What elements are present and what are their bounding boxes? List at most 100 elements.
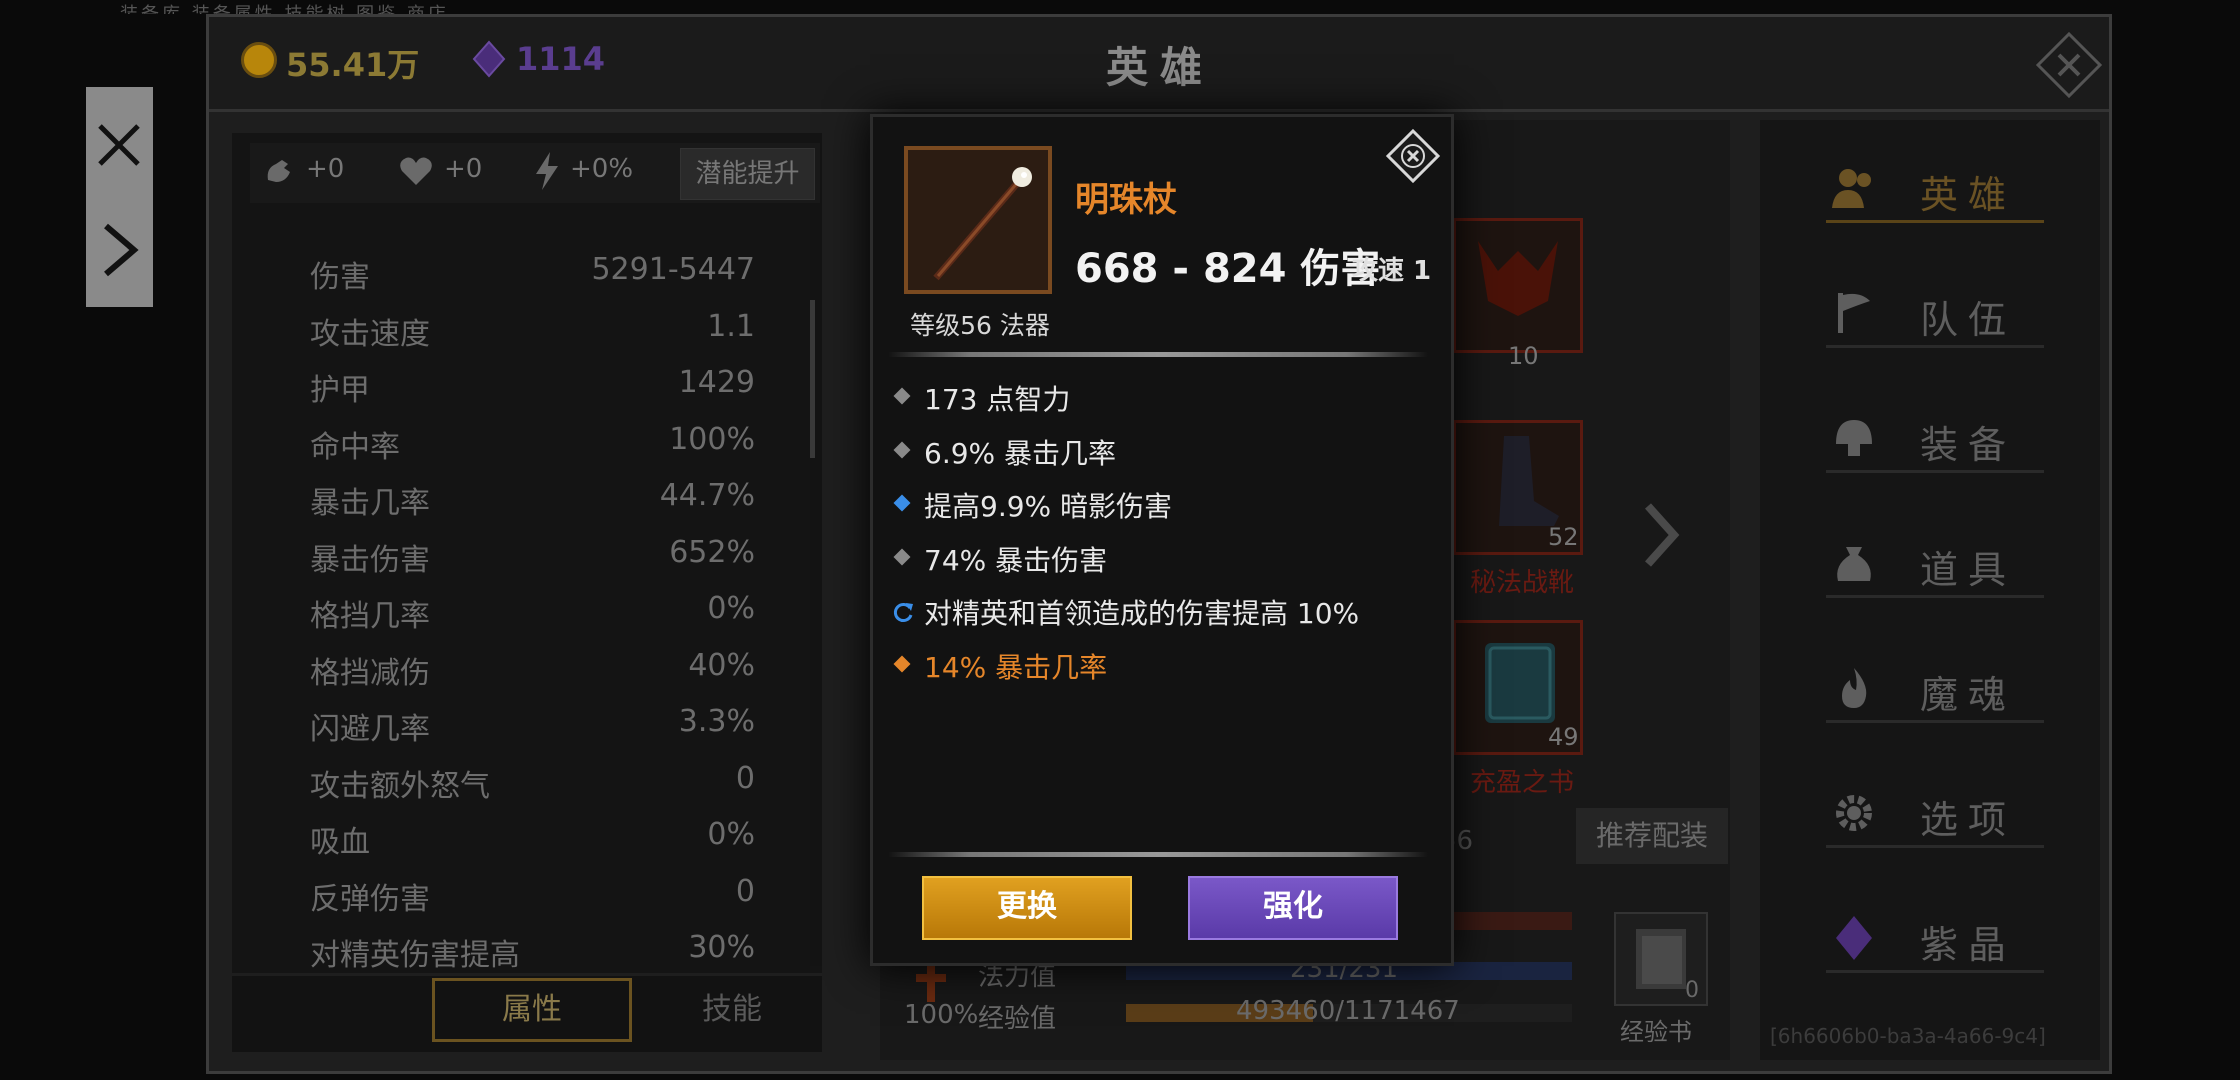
stats-scrollbar[interactable] bbox=[810, 300, 815, 458]
affix-row: 74% 暴击伤害 bbox=[888, 539, 1428, 579]
gear-icon bbox=[1836, 795, 1872, 831]
affix-row: 173 点智力 bbox=[888, 378, 1428, 418]
window-close-icon[interactable] bbox=[2034, 30, 2104, 100]
gold-amount: 55.41万 bbox=[286, 46, 420, 84]
nav-label: 英雄 bbox=[1920, 173, 2017, 217]
slot-level: 10 bbox=[1508, 342, 1539, 370]
tab-skills[interactable]: 技能 bbox=[632, 978, 832, 1042]
nav-underline bbox=[1826, 845, 2044, 848]
session-id-text: [6h6606b0-ba3a-4a66-9c4] bbox=[1770, 1024, 2046, 1048]
popup-close-icon[interactable] bbox=[1385, 128, 1441, 184]
nav-underline bbox=[1826, 970, 2044, 973]
nav-item-flag[interactable]: 队伍 bbox=[1830, 279, 2040, 349]
stat-row: 对精英伤害提高 30% bbox=[310, 930, 755, 973]
stat-label: 闪避几率 bbox=[310, 712, 430, 747]
slot-item-name: 充盈之书 bbox=[1470, 768, 1575, 798]
stat-label: 暴击几率 bbox=[310, 486, 430, 521]
slot-level: 49 bbox=[1548, 723, 1579, 751]
nav-label: 魔魂 bbox=[1920, 673, 2017, 717]
stat-row: 吸血 0% bbox=[310, 817, 755, 860]
nav-label: 选项 bbox=[1920, 798, 2017, 842]
close-icon[interactable] bbox=[96, 122, 142, 168]
affix-text: 提高9.9% 暗影伤害 bbox=[924, 490, 1173, 523]
stat-value: 1.1 bbox=[707, 308, 755, 344]
nav-item-gear[interactable]: 选项 bbox=[1830, 779, 2040, 849]
affix-diamond-icon bbox=[893, 494, 911, 512]
stat-value: 5291-5447 bbox=[591, 252, 755, 287]
equipment-slot-boots[interactable]: 52 bbox=[1453, 420, 1583, 555]
affix-row: 对精英和首领造成的伤害提高 10% bbox=[888, 592, 1428, 632]
equipment-slot-book[interactable]: 49 bbox=[1453, 620, 1583, 755]
left-percent: 100% bbox=[904, 1000, 979, 1030]
purple-crystal-icon bbox=[1836, 916, 1872, 960]
stat-label: 格挡减伤 bbox=[310, 655, 430, 691]
equipment-slot-helmet[interactable] bbox=[1453, 218, 1583, 353]
stat-row: 护甲 1429 bbox=[310, 365, 755, 408]
stat-value: 100% bbox=[669, 421, 755, 457]
item-damage: 668 - 824 伤害 bbox=[1075, 246, 1381, 292]
nav-item-hero[interactable]: 英雄 bbox=[1830, 154, 2040, 224]
affix-row: 6.9% 暴击几率 bbox=[888, 432, 1428, 472]
nav-label: 道具 bbox=[1920, 548, 2017, 592]
strength-bonus: +0 bbox=[306, 154, 345, 184]
nav-item-flame[interactable]: 魔魂 bbox=[1830, 654, 2040, 724]
boots-icon bbox=[1499, 436, 1559, 526]
affix-text: 14% 暴击几率 bbox=[924, 650, 1108, 684]
stat-label: 对精英伤害提高 bbox=[310, 938, 520, 973]
demon-helmet-icon bbox=[1478, 241, 1558, 316]
stat-label: 命中率 bbox=[310, 429, 400, 465]
exp-book-count: 0 bbox=[1685, 978, 1699, 1003]
stat-value: 1429 bbox=[678, 365, 755, 400]
divider bbox=[888, 852, 1428, 857]
item-name: 明珠杖 bbox=[1075, 180, 1177, 220]
stat-row: 命中率 100% bbox=[310, 421, 755, 465]
stat-value: 30% bbox=[688, 930, 755, 965]
affix-diamond-icon bbox=[893, 441, 911, 458]
top-menu-strip: 装备库 装备属性 技能树 图鉴 商店 bbox=[120, 0, 2120, 14]
flag-icon bbox=[1838, 293, 1870, 333]
stat-row: 反弹伤害 0 bbox=[310, 874, 755, 917]
nav-label: 队伍 bbox=[1920, 298, 2017, 342]
nav-item-purple-crystal[interactable]: 紫晶 bbox=[1830, 904, 2040, 974]
potential-upgrade-button[interactable]: 潜能提升 bbox=[680, 148, 815, 200]
stat-value: 44.7% bbox=[659, 478, 755, 513]
enhance-button[interactable]: 强化 bbox=[1188, 876, 1398, 940]
stat-row: 伤害 5291-5447 bbox=[310, 252, 755, 295]
affix-row: 14% 暴击几率 bbox=[888, 646, 1428, 686]
affix-diamond-icon bbox=[893, 548, 911, 565]
slot-item-name: 秘法战靴 bbox=[1470, 568, 1575, 598]
affix-diamond-icon bbox=[893, 655, 911, 672]
chevron-right-icon[interactable] bbox=[100, 222, 140, 278]
stat-label: 反弹伤害 bbox=[310, 881, 430, 917]
stat-row: 格挡几率 0% bbox=[310, 591, 755, 634]
hero-stance-icon bbox=[916, 962, 946, 1002]
affix-text: 74% 暴击伤害 bbox=[924, 543, 1108, 577]
helmet-icon bbox=[1836, 420, 1872, 456]
lightning-icon bbox=[536, 152, 558, 190]
item-image bbox=[904, 146, 1052, 294]
exp-book-label: 经验书 bbox=[1620, 1018, 1692, 1046]
nav-item-helmet[interactable]: 装备 bbox=[1830, 404, 2040, 474]
divider bbox=[888, 352, 1428, 357]
stat-value: 0% bbox=[707, 591, 755, 626]
stat-row: 暴击伤害 652% bbox=[310, 535, 755, 578]
stat-row: 闪避几率 3.3% bbox=[310, 704, 755, 747]
stat-label: 暴击伤害 bbox=[310, 542, 430, 578]
stat-label: 格挡几率 bbox=[310, 599, 430, 634]
staff-icon bbox=[908, 150, 1048, 290]
item-level-type: 等级56 法器 bbox=[910, 311, 1050, 340]
coin-icon bbox=[241, 42, 277, 78]
replace-button[interactable]: 更换 bbox=[922, 876, 1132, 940]
refresh-icon bbox=[893, 603, 913, 622]
affix-diamond-icon bbox=[893, 387, 911, 405]
item-attack-speed: 攻速 1 bbox=[1352, 256, 1432, 286]
stat-value: 3.3% bbox=[678, 704, 755, 739]
stat-label: 伤害 bbox=[310, 260, 370, 295]
recommend-gear-button[interactable]: 推荐配装 bbox=[1576, 808, 1728, 864]
nav-item-bag[interactable]: 道具 bbox=[1830, 529, 2040, 599]
energy-bonus: +0% bbox=[570, 154, 634, 184]
stat-label: 攻击速度 bbox=[310, 316, 430, 352]
tab-attributes[interactable]: 属性 bbox=[432, 978, 632, 1042]
chevron-right-icon[interactable] bbox=[1640, 500, 1680, 570]
stat-value: 0% bbox=[707, 817, 755, 852]
